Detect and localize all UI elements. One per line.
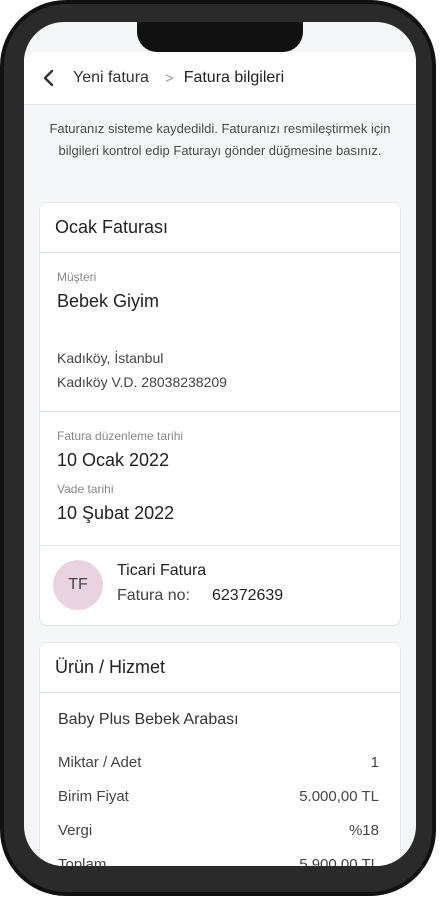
customer-tax-info: Kadıköy V.D. 28038238209	[57, 374, 227, 390]
due-date: 10 Şubat 2022	[57, 503, 175, 523]
invoice-card: Ocak Faturası Müşteri Bebek Giyim Kadıkö…	[39, 202, 401, 626]
issue-date-label: Fatura düzenleme tarihi	[57, 429, 184, 443]
back-chevron-icon[interactable]	[37, 67, 59, 89]
dates-section: Fatura düzenleme tarihi 10 Ocak 2022 Vad…	[40, 412, 400, 546]
row-value: 1	[370, 753, 379, 771]
invoice-card-title: Ocak Faturası	[40, 203, 400, 253]
breadcrumb-parent[interactable]: Yeni fatura	[73, 69, 149, 87]
camera-notch	[137, 22, 303, 52]
product-card: Ürün / Hizmet Baby Plus Bebek Arabası Mi…	[39, 642, 401, 866]
issue-date: 10 Ocak 2022	[57, 450, 170, 470]
info-message: Faturanız sisteme kaydedildi. Faturanızı…	[49, 121, 391, 158]
breadcrumb-separator: >	[164, 69, 174, 87]
row-label: Toplam	[58, 855, 107, 867]
product-row: Vergi %18	[40, 813, 400, 847]
row-label: Miktar / Adet	[58, 753, 142, 771]
breadcrumb-current: Fatura bilgileri	[183, 69, 285, 86]
product-row: Birim Fiyat 5.000,00 TL	[40, 779, 400, 813]
invoice-type: Ticari Fatura	[117, 562, 207, 579]
customer-address: Kadıköy, İstanbul	[57, 350, 164, 366]
product-name: Baby Plus Bebek Arabası	[58, 711, 239, 728]
invoice-no-label: Fatura no:	[117, 587, 190, 604]
nav-bar: Yeni fatura > Fatura bilgileri	[24, 52, 416, 105]
due-date-label: Vade tarihi	[57, 482, 114, 496]
product-row: Miktar / Adet 1	[40, 745, 400, 779]
row-value: 5.000,00 TL	[299, 787, 379, 805]
product-row: Toplam 5.900,00 TL	[40, 847, 400, 867]
row-value: 5.900,00 TL	[299, 855, 379, 867]
customer-section: Müşteri Bebek Giyim Kadıköy, İstanbul Ka…	[40, 253, 400, 412]
customer-label: Müşteri	[57, 270, 97, 284]
customer-name: Bebek Giyim	[57, 291, 160, 311]
invoice-type-avatar: TF	[53, 560, 103, 610]
screen: Yeni fatura > Fatura bilgileri Faturanız…	[24, 22, 416, 866]
row-value: %18	[348, 821, 379, 839]
invoice-no: 62372639	[212, 587, 284, 604]
invoice-meta-section: TF Ticari Fatura Fatura no: 62372639	[40, 546, 400, 626]
row-label: Birim Fiyat	[58, 787, 129, 805]
row-label: Vergi	[58, 821, 93, 839]
product-card-title: Ürün / Hizmet	[40, 643, 400, 693]
